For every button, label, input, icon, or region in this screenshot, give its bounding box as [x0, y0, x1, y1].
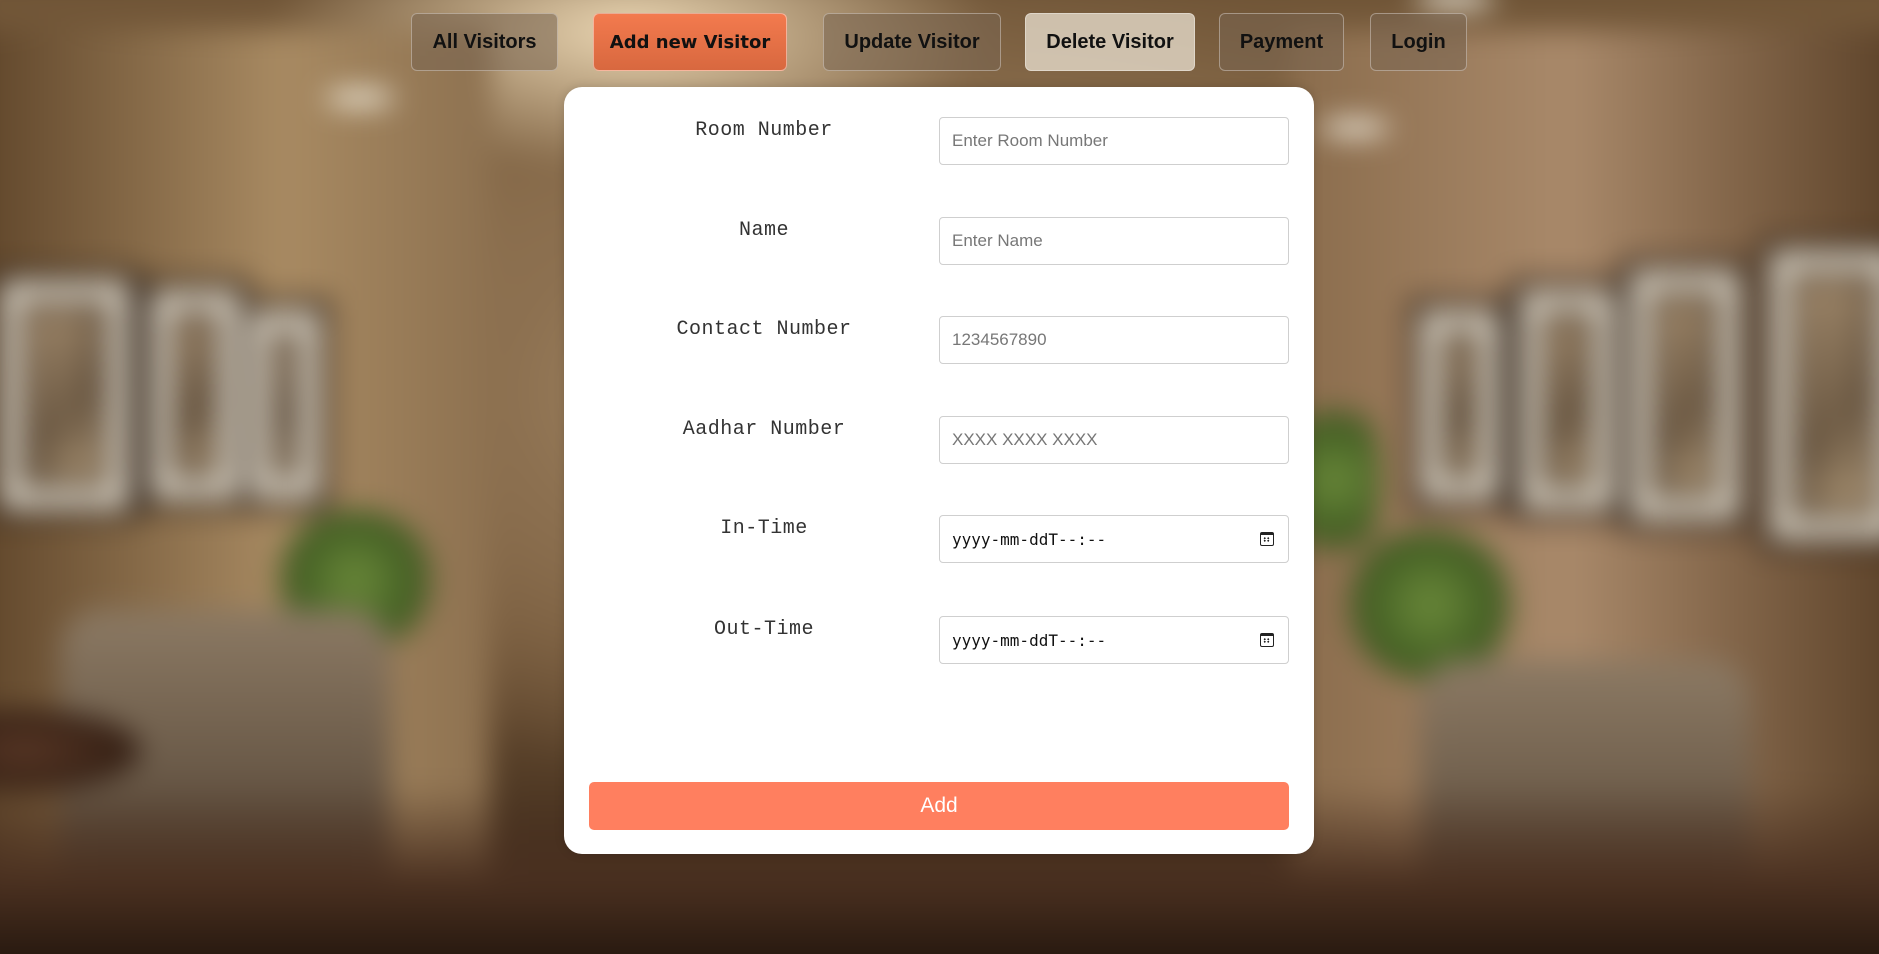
nav-update-visitor-button[interactable]: Update Visitor	[823, 13, 1001, 71]
contact-number-input[interactable]	[939, 316, 1289, 364]
contact-number-label: Contact Number	[676, 318, 852, 341]
room-number-input[interactable]	[939, 117, 1289, 165]
in-time-value: yyyy-mm-ddT--:--	[952, 529, 1107, 549]
form-row-contact-number: Contact Number	[564, 316, 1314, 366]
calendar-icon[interactable]	[1260, 633, 1274, 647]
aadhar-number-label: Aadhar Number	[682, 418, 846, 441]
in-time-input[interactable]: yyyy-mm-ddT--:--	[939, 515, 1289, 563]
nav-all-visitors-button[interactable]: All Visitors	[411, 13, 558, 71]
nav-add-visitor-button[interactable]: Add new Visitor	[593, 13, 787, 71]
name-label: Name	[738, 219, 789, 242]
add-visitor-form: Room Number Name Contact Number Aadhar N…	[564, 87, 1314, 854]
out-time-label: Out-Time	[713, 618, 814, 641]
out-time-input[interactable]: yyyy-mm-ddT--:--	[939, 616, 1289, 664]
form-row-in-time: In-Time yyyy-mm-ddT--:--	[564, 515, 1314, 565]
name-input[interactable]	[939, 217, 1289, 265]
form-row-out-time: Out-Time yyyy-mm-ddT--:--	[564, 616, 1314, 666]
top-nav: All Visitors Add new Visitor Update Visi…	[0, 13, 1879, 73]
room-number-label: Room Number	[695, 119, 833, 142]
nav-delete-visitor-button[interactable]: Delete Visitor	[1025, 13, 1195, 71]
form-row-room-number: Room Number	[564, 117, 1314, 167]
form-row-name: Name	[564, 217, 1314, 267]
nav-payment-button[interactable]: Payment	[1219, 13, 1344, 71]
calendar-icon[interactable]	[1260, 532, 1274, 546]
aadhar-number-input[interactable]	[939, 416, 1289, 464]
add-button[interactable]: Add	[589, 782, 1289, 830]
in-time-label: In-Time	[720, 517, 808, 540]
form-row-aadhar-number: Aadhar Number	[564, 416, 1314, 466]
out-time-value: yyyy-mm-ddT--:--	[952, 630, 1107, 650]
nav-login-button[interactable]: Login	[1370, 13, 1467, 71]
